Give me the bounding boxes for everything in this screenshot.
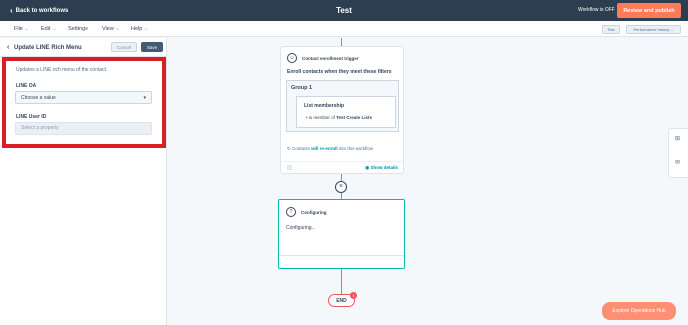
configuring-action-card[interactable]: ? Configuring Configuring...	[278, 199, 405, 269]
chevron-down-icon: ⌵	[23, 26, 29, 31]
question-icon: ?	[286, 207, 296, 217]
chevron-left-icon: ‹	[7, 44, 10, 51]
top-bar: ‹ Back to workflows Test Workflow is OFF…	[0, 0, 688, 21]
line-user-id-label: LINE User ID	[16, 114, 47, 120]
menu-edit[interactable]: Edit ⌵	[41, 21, 56, 37]
right-rail: ⊞ ✉	[668, 128, 688, 178]
performance-history-button[interactable]: Performance history ⌵	[626, 25, 681, 34]
test-button[interactable]: Test	[602, 25, 620, 34]
connector-line	[341, 38, 342, 46]
save-button[interactable]: Save	[141, 42, 163, 52]
config-body: Configuring...	[286, 225, 316, 231]
line-oa-select[interactable]: Choose a value ▾	[15, 91, 152, 104]
line-oa-value: Choose a value	[21, 95, 56, 101]
group-title: Group 1	[291, 85, 313, 91]
panel-header: ‹ Update LINE Rich Menu Cancel Save	[0, 38, 167, 57]
menu-file[interactable]: File ⌵	[14, 21, 28, 37]
line-user-id-field[interactable]: Select a property	[15, 122, 152, 135]
reenroll-note: ↻ Contacts will re-enroll into this work…	[287, 146, 374, 151]
review-and-publish-button[interactable]: Review and publish	[617, 3, 681, 18]
connector-line	[341, 174, 342, 181]
cancel-button[interactable]: Cancel	[111, 42, 137, 52]
card-body: ? Configuring Configuring...	[279, 200, 404, 256]
refresh-icon: ↻	[287, 146, 291, 151]
add-action-icon[interactable]: ×	[335, 181, 347, 193]
eye-icon: ◉	[365, 165, 370, 170]
explore-operations-hub-button[interactable]: Explore Operations Hub	[602, 302, 676, 320]
list-membership-filter: List membership • is member of Test Crea…	[296, 96, 396, 128]
chevron-down-icon: ⌵	[51, 26, 56, 31]
action-description: Updates a LINE rich menu of the contact.	[16, 67, 108, 73]
trigger-title: Contact enrollment trigger	[302, 56, 359, 61]
filter-title: List membership	[304, 103, 345, 109]
workflow-status: Workflow is OFF	[578, 7, 615, 13]
menu-settings[interactable]: Settings	[68, 21, 88, 37]
chevron-down-icon: ⌵	[143, 26, 148, 31]
menu-view[interactable]: View ⌵	[102, 21, 119, 37]
trigger-subtitle: Enroll contacts when they meet these fil…	[287, 69, 392, 75]
comment-icon[interactable]: ✉	[675, 159, 680, 166]
chevron-left-icon: ‹	[10, 6, 13, 15]
back-label: Back to workflows	[15, 7, 69, 14]
grid-icon[interactable]: ⊞	[675, 135, 680, 142]
reenroll-link[interactable]: will re-enroll	[311, 146, 338, 151]
clipboard-icon[interactable]: ◫	[287, 165, 292, 171]
menu-bar: File ⌵ Edit ⌵ Settings View ⌵ Help ⌵ Tes…	[0, 21, 688, 37]
action-panel: ‹ Update LINE Rich Menu Cancel Save Upda…	[0, 38, 167, 325]
panel-title[interactable]: ‹ Update LINE Rich Menu	[7, 38, 82, 57]
chevron-down-icon: ⌵	[669, 27, 674, 32]
contact-icon: ☺	[287, 53, 297, 63]
enrollment-trigger-card[interactable]: ☺ Contact enrollment trigger Enroll cont…	[280, 46, 404, 174]
config-title: Configuring	[301, 210, 327, 215]
menu-help[interactable]: Help ⌵	[131, 21, 147, 37]
filter-group: Group 1 List membership • is member of T…	[286, 80, 399, 132]
back-to-workflows-link[interactable]: ‹ Back to workflows	[10, 0, 68, 21]
filter-condition: • is member of Test Create Lists	[306, 115, 373, 120]
connector-line	[341, 269, 342, 294]
caret-down-icon: ▾	[143, 95, 146, 101]
trigger-card-footer: ◫ ◉ Show details	[281, 161, 403, 174]
line-oa-label: LINE OA	[16, 83, 37, 89]
chevron-down-icon: ⌵	[114, 26, 119, 31]
show-details-link[interactable]: ◉ Show details	[365, 165, 398, 171]
error-badge: !	[350, 292, 357, 299]
